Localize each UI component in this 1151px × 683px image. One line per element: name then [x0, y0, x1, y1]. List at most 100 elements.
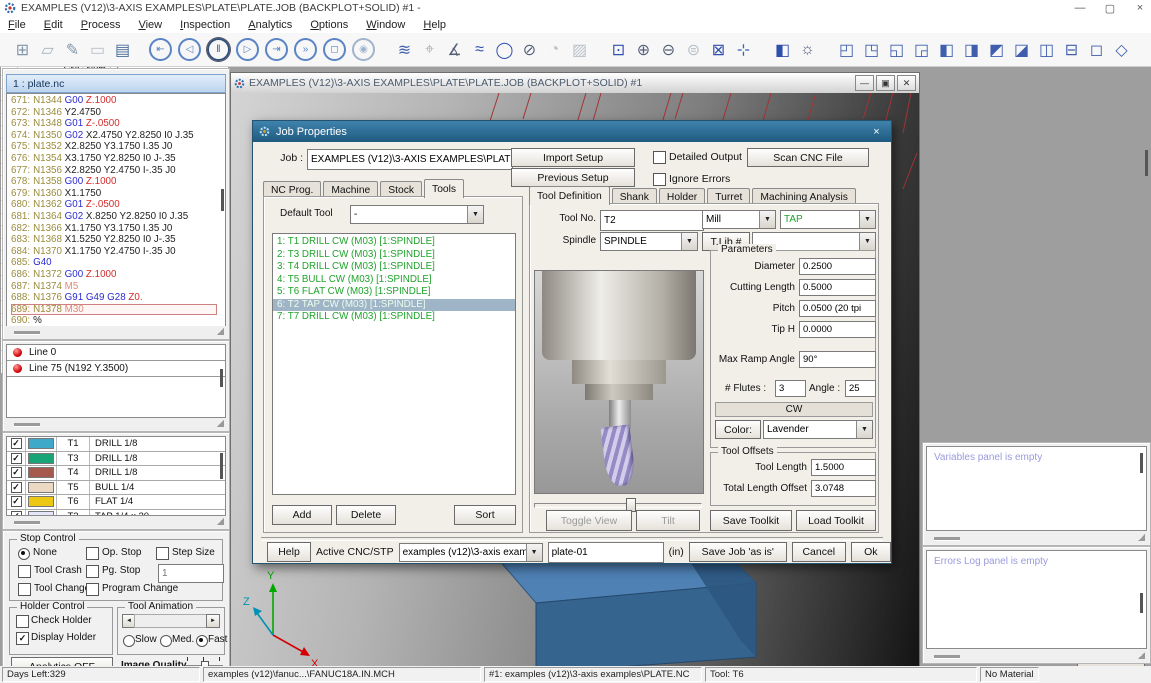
zoom-previous-icon[interactable]: ⊜: [681, 37, 706, 62]
tool-visible-checkbox[interactable]: [11, 438, 22, 449]
tool-tab[interactable]: Tool Definition: [529, 186, 610, 205]
measure-icon[interactable]: ∡: [442, 37, 467, 62]
tool-visible-checkbox[interactable]: [11, 453, 22, 464]
cancel-button[interactable]: Cancel: [792, 542, 846, 562]
verify-icon[interactable]: ◉: [352, 38, 375, 61]
panel-splitter[interactable]: [924, 532, 1149, 544]
document-control-button[interactable]: ✕: [897, 75, 916, 91]
tool-color-dropdown[interactable]: Lavender: [763, 420, 873, 439]
scrollbar-thumb[interactable]: [1140, 453, 1143, 473]
new-file-icon[interactable]: ⊞: [10, 37, 35, 62]
tool-rotate-slider[interactable]: [534, 498, 702, 510]
document-control-button[interactable]: ▣: [876, 75, 895, 91]
dialog-tool-item[interactable]: 3: T4 DRILL CW (M03) [1:SPINDLE]: [273, 261, 515, 274]
view-bottom-icon[interactable]: ◨: [959, 37, 984, 62]
pg-stop-checkbox[interactable]: [86, 565, 99, 578]
scrollbar-thumb[interactable]: [221, 189, 224, 211]
tool-visible-checkbox[interactable]: [11, 467, 22, 478]
menu-item[interactable]: View: [138, 19, 162, 31]
window-control-button[interactable]: —: [1065, 2, 1095, 15]
window-control-button[interactable]: ×: [1125, 2, 1151, 15]
tool-color-swatch[interactable]: [28, 496, 54, 507]
previous-setup-button[interactable]: Previous Setup: [511, 168, 635, 187]
shaded-view-icon[interactable]: ◧: [770, 37, 795, 62]
tool-color-swatch[interactable]: [28, 482, 54, 493]
gcode-line[interactable]: 686:N1372 G00 Z.1000: [11, 269, 225, 281]
dialog-tool-item[interactable]: 7: T7 DRILL CW (M03) [1:SPINDLE]: [273, 311, 515, 324]
smooth-icon[interactable]: ≈: [467, 37, 492, 62]
gcode-line[interactable]: 685:G40: [11, 257, 225, 269]
view-right-icon[interactable]: ⊟: [1059, 37, 1084, 62]
zoom-extents-icon[interactable]: ⊠: [706, 37, 731, 62]
dialog-tool-item[interactable]: 1: T1 DRILL CW (M03) [1:SPINDLE]: [273, 236, 515, 249]
help-button[interactable]: Help: [267, 542, 311, 562]
tip-h-input[interactable]: 0.0000: [799, 321, 876, 338]
tool-crash-checkbox[interactable]: [18, 565, 31, 578]
view-iso-se-icon[interactable]: ◳: [859, 37, 884, 62]
menu-item[interactable]: Edit: [44, 19, 63, 31]
view-yz-icon[interactable]: ◇: [1109, 37, 1134, 62]
flutes-input[interactable]: 3: [775, 380, 806, 397]
ok-button[interactable]: Ok: [851, 542, 891, 562]
play-icon[interactable]: ▷: [236, 38, 259, 61]
dialog-tool-item[interactable]: 2: T3 DRILL CW (M03) [1:SPINDLE]: [273, 249, 515, 262]
dialog-tool-item[interactable]: 5: T6 FLAT CW (M03) [1:SPINDLE]: [273, 286, 515, 299]
chevron-down-icon[interactable]: [681, 233, 697, 250]
window-control-button[interactable]: ▢: [1095, 2, 1125, 15]
display-holder-checkbox[interactable]: [16, 632, 29, 645]
gcode-line[interactable]: 683:N1368 X1.5250 Y2.8250 I0 J-.35: [11, 234, 225, 246]
gcode-line[interactable]: 681:N1364 G02 X.8250 Y2.8250 I0 J.35: [11, 211, 225, 223]
chevron-down-icon[interactable]: [856, 421, 872, 438]
edit-setup-icon[interactable]: ✎: [60, 37, 85, 62]
job-path-input[interactable]: EXAMPLES (V12)\3-AXIS EXAMPLES\PLATE\PLA…: [307, 149, 513, 170]
zoom-in-icon[interactable]: ⊕: [631, 37, 656, 62]
job-name-input[interactable]: plate-01: [548, 542, 664, 563]
tool-preview[interactable]: [534, 270, 704, 494]
gcode-line[interactable]: 673:N1348 G01 Z-.0500: [11, 118, 225, 130]
light-icon[interactable]: ☼: [795, 37, 820, 62]
op-stop-checkbox[interactable]: [86, 547, 99, 560]
view-iso-ne-icon[interactable]: ◱: [884, 37, 909, 62]
pitch-input[interactable]: 0.0500 (20 tpi: [799, 300, 876, 317]
menu-item[interactable]: Analytics: [248, 19, 292, 31]
default-tool-dropdown[interactable]: -: [350, 205, 484, 224]
zoom-window-icon[interactable]: ⊡: [606, 37, 631, 62]
document-control-button[interactable]: —: [855, 75, 874, 91]
gcode-line[interactable]: 689:N1378 M30: [11, 304, 217, 316]
tool-color-swatch[interactable]: [28, 453, 54, 464]
tool-color-row[interactable]: T4 DRILL 1/8: [7, 466, 225, 481]
solid-inspect-icon[interactable]: ⌖: [417, 37, 442, 62]
section-icon[interactable]: ⊘: [517, 37, 542, 62]
document-titlebar[interactable]: EXAMPLES (V12)\3-AXIS EXAMPLES\PLATE\PLA…: [231, 73, 919, 94]
menu-item[interactable]: Process: [81, 19, 121, 31]
toggle-view-button[interactable]: Toggle View: [546, 510, 632, 531]
chevron-down-icon[interactable]: [759, 211, 775, 228]
chevron-down-icon[interactable]: [467, 206, 483, 223]
nc-file-tab[interactable]: 1 : plate.nc: [6, 74, 226, 93]
gcode-line[interactable]: 684:N1370 X1.1750 Y2.4750 I-.35 J0: [11, 246, 225, 258]
gcode-line[interactable]: 674:N1350 G02 X2.4750 Y2.8250 I0 J.35: [11, 130, 225, 142]
gcode-line[interactable]: 676:N1354 X3.1750 Y2.8250 I0 J-.35: [11, 153, 225, 165]
stop-icon[interactable]: ◻: [323, 38, 346, 61]
tool-color-row[interactable]: T1 DRILL 1/8: [7, 437, 225, 452]
ignore-errors-checkbox[interactable]: [653, 173, 666, 186]
chevron-down-icon[interactable]: [859, 233, 875, 250]
panel-splitter[interactable]: [924, 650, 1149, 662]
open-file-icon[interactable]: ▱: [35, 37, 60, 62]
gcode-line[interactable]: 679:N1360 X1.1750: [11, 188, 225, 200]
gcode-line[interactable]: 672:N1346 Y2.4750: [11, 107, 225, 119]
scrollbar-thumb[interactable]: [220, 369, 223, 387]
gcode-listing[interactable]: 671:N1344 G00 Z.1000 672:N1346 Y2.4750 6…: [6, 93, 226, 328]
tool-change-checkbox[interactable]: [18, 583, 31, 596]
color-button[interactable]: Color:: [715, 420, 761, 439]
menu-item[interactable]: Window: [366, 19, 405, 31]
total-length-offset-input[interactable]: 3.0748: [811, 480, 876, 497]
view-left-icon[interactable]: ◫: [1034, 37, 1059, 62]
view-top-icon[interactable]: ◧: [934, 37, 959, 62]
circle-select-icon[interactable]: ◯: [492, 37, 517, 62]
anim-fast-radio[interactable]: [196, 635, 208, 647]
menu-item[interactable]: Help: [423, 19, 446, 31]
check-holder-checkbox[interactable]: [16, 615, 29, 628]
angle-input[interactable]: 25: [845, 380, 876, 397]
tool-no-input[interactable]: T2: [600, 210, 704, 231]
